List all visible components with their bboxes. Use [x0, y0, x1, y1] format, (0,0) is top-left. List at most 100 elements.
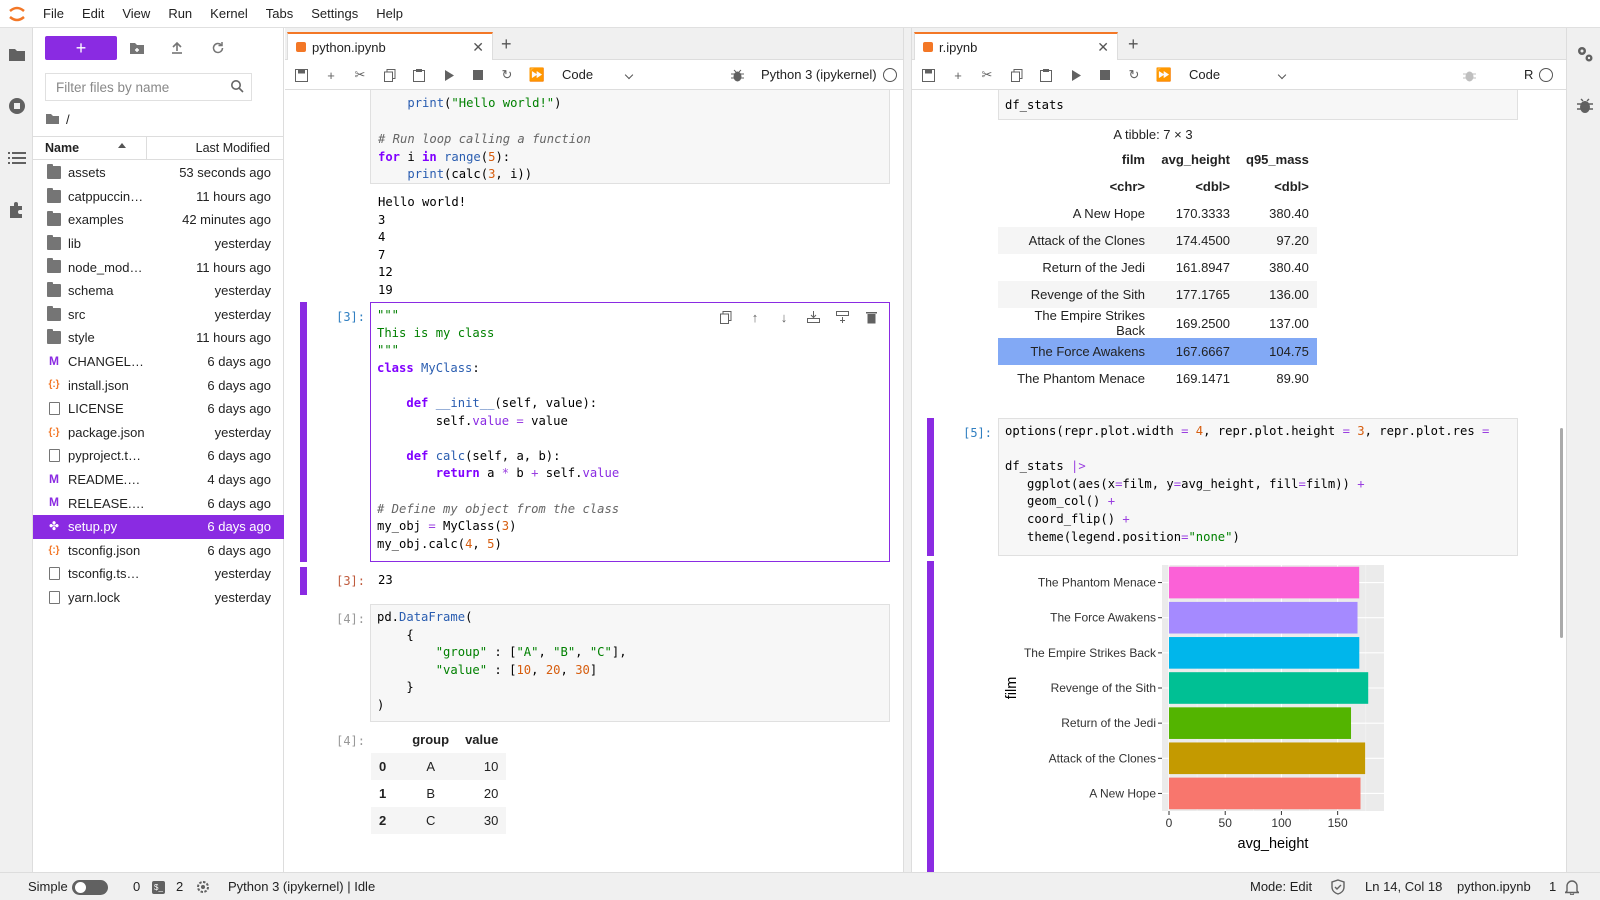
file-row[interactable]: schema yesterday: [33, 279, 284, 303]
tab-python-ipynb[interactable]: python.ipynb ✕: [287, 32, 493, 60]
menu-help[interactable]: Help: [367, 0, 412, 28]
notification-count[interactable]: 1: [1549, 879, 1556, 894]
kernel-name[interactable]: R: [1524, 67, 1533, 82]
file-row[interactable]: lib yesterday: [33, 232, 284, 256]
stop-icon[interactable]: [1097, 67, 1113, 83]
insert-cell-icon[interactable]: +: [323, 67, 339, 83]
file-row[interactable]: pyproject.t… 6 days ago: [33, 444, 284, 468]
simple-mode-toggle[interactable]: [72, 880, 108, 895]
terminal-icon[interactable]: $_: [152, 881, 165, 894]
file-row[interactable]: M RELEASE.… 6 days ago: [33, 491, 284, 515]
duplicate-cell-icon[interactable]: [718, 309, 734, 325]
r-cell5-output-collapser[interactable]: [927, 561, 934, 872]
scrollbar[interactable]: [1560, 428, 1563, 638]
file-row[interactable]: src yesterday: [33, 303, 284, 327]
restart-icon[interactable]: ↻: [499, 67, 515, 83]
file-row[interactable]: assets 53 seconds ago: [33, 161, 284, 185]
code-cell-1[interactable]: print("Hello world!") # Run loop calling…: [370, 90, 890, 184]
file-row[interactable]: {:} install.json 6 days ago: [33, 373, 284, 397]
run-icon[interactable]: [1068, 67, 1084, 83]
move-up-icon[interactable]: ↑: [747, 309, 763, 325]
cell4-code[interactable]: pd.DataFrame( { "group" : ["A", "B", "C"…: [377, 609, 627, 715]
r-code-cell-5[interactable]: options(repr.plot.width = 4, repr.plot.h…: [998, 418, 1518, 556]
insert-above-icon[interactable]: [805, 309, 821, 325]
debugger-icon[interactable]: [1575, 96, 1595, 116]
menu-file[interactable]: File: [34, 0, 73, 28]
kernel-status[interactable]: Python 3 (ipykernel) | Idle: [228, 879, 375, 894]
menu-view[interactable]: View: [113, 0, 159, 28]
file-row[interactable]: M README.… 4 days ago: [33, 468, 284, 492]
file-row[interactable]: examples 42 minutes ago: [33, 208, 284, 232]
paste-icon[interactable]: [1038, 67, 1054, 83]
menu-settings[interactable]: Settings: [302, 0, 367, 28]
r-cell4-code[interactable]: df_stats: [1005, 97, 1064, 115]
cut-icon[interactable]: ✂: [352, 67, 368, 83]
file-row[interactable]: yarn.lock yesterday: [33, 586, 284, 610]
kernel-gear-icon[interactable]: [196, 880, 210, 897]
insert-below-icon[interactable]: [834, 309, 850, 325]
delete-cell-icon[interactable]: [863, 309, 879, 325]
file-row[interactable]: node_mod… 11 hours ago: [33, 255, 284, 279]
cell1-code-loop[interactable]: # Run loop calling a function for i in r…: [378, 131, 591, 184]
cell3-collapser[interactable]: [300, 302, 307, 562]
code-cell-3[interactable]: ↑ ↓ """ This is my class """ class MyCla…: [370, 302, 890, 562]
cell-type-select[interactable]: Code: [1189, 67, 1220, 82]
menu-run[interactable]: Run: [159, 0, 201, 28]
shield-icon[interactable]: [1331, 879, 1345, 898]
kernel-name[interactable]: Python 3 (ipykernel): [761, 67, 877, 82]
refresh-icon[interactable]: [208, 38, 228, 58]
file-row[interactable]: {:} tsconfig.json 6 days ago: [33, 539, 284, 563]
column-divider[interactable]: [146, 137, 147, 159]
chevron-down-icon[interactable]: [624, 70, 634, 80]
running-icon[interactable]: [7, 96, 27, 116]
copy-icon[interactable]: [1009, 67, 1025, 83]
column-name-header[interactable]: Name: [45, 141, 79, 155]
new-launcher-button[interactable]: +: [45, 36, 117, 60]
cut-icon[interactable]: ✂: [979, 67, 995, 83]
close-icon[interactable]: ✕: [472, 39, 484, 56]
r-cell5-collapser[interactable]: [927, 418, 934, 556]
file-row[interactable]: catppuccin… 11 hours ago: [33, 185, 284, 209]
sort-ascending-icon[interactable]: [118, 143, 126, 148]
cell3-code[interactable]: """ This is my class """ class MyClass: …: [377, 307, 619, 553]
cursor-position[interactable]: Ln 14, Col 18: [1365, 879, 1442, 894]
insert-cell-icon[interactable]: +: [950, 67, 966, 83]
file-row[interactable]: style 11 hours ago: [33, 326, 284, 350]
paste-icon[interactable]: [411, 67, 427, 83]
add-tab-icon[interactable]: +: [1128, 34, 1139, 55]
menu-kernel[interactable]: Kernel: [201, 0, 257, 28]
file-row[interactable]: LICENSE 6 days ago: [33, 397, 284, 421]
tab-r-ipynb[interactable]: r.ipynb ✕: [914, 32, 1118, 60]
code-cell-4[interactable]: pd.DataFrame( { "group" : ["A", "B", "C"…: [370, 604, 890, 722]
run-all-icon[interactable]: ⏩: [1156, 67, 1172, 83]
run-icon[interactable]: [441, 67, 457, 83]
run-all-icon[interactable]: ⏩: [529, 67, 545, 83]
bell-icon[interactable]: [1563, 879, 1581, 898]
close-icon[interactable]: ✕: [1097, 39, 1109, 56]
upload-icon[interactable]: [167, 38, 187, 58]
menu-tabs[interactable]: Tabs: [257, 0, 302, 28]
column-modified-header[interactable]: Last Modified: [196, 141, 270, 155]
save-icon[interactable]: [920, 67, 936, 83]
add-tab-icon[interactable]: +: [501, 34, 512, 55]
property-inspector-icon[interactable]: [1575, 44, 1595, 64]
cell-type-select[interactable]: Code: [562, 67, 593, 82]
r-cell5-code[interactable]: options(repr.plot.width = 4, repr.plot.h…: [1005, 423, 1489, 546]
terminal-count[interactable]: 0: [133, 879, 140, 894]
stop-icon[interactable]: [470, 67, 486, 83]
copy-icon[interactable]: [382, 67, 398, 83]
restart-icon[interactable]: ↻: [1126, 67, 1142, 83]
cell3-output-collapser[interactable]: [300, 567, 307, 595]
menu-edit[interactable]: Edit: [73, 0, 113, 28]
folder-icon[interactable]: [7, 44, 27, 64]
file-row[interactable]: tsconfig.ts… yesterday: [33, 562, 284, 586]
file-row[interactable]: ✤ setup.py 6 days ago: [33, 514, 284, 539]
file-row[interactable]: M CHANGEL… 6 days ago: [33, 350, 284, 374]
toc-icon[interactable]: [7, 148, 27, 168]
r-code-cell-4[interactable]: df_stats: [998, 90, 1518, 120]
panel-splitter[interactable]: [904, 28, 911, 872]
move-down-icon[interactable]: ↓: [776, 309, 792, 325]
breadcrumb[interactable]: /: [45, 108, 70, 130]
debugger-icon[interactable]: [1461, 67, 1477, 83]
new-folder-icon[interactable]: [127, 38, 147, 58]
